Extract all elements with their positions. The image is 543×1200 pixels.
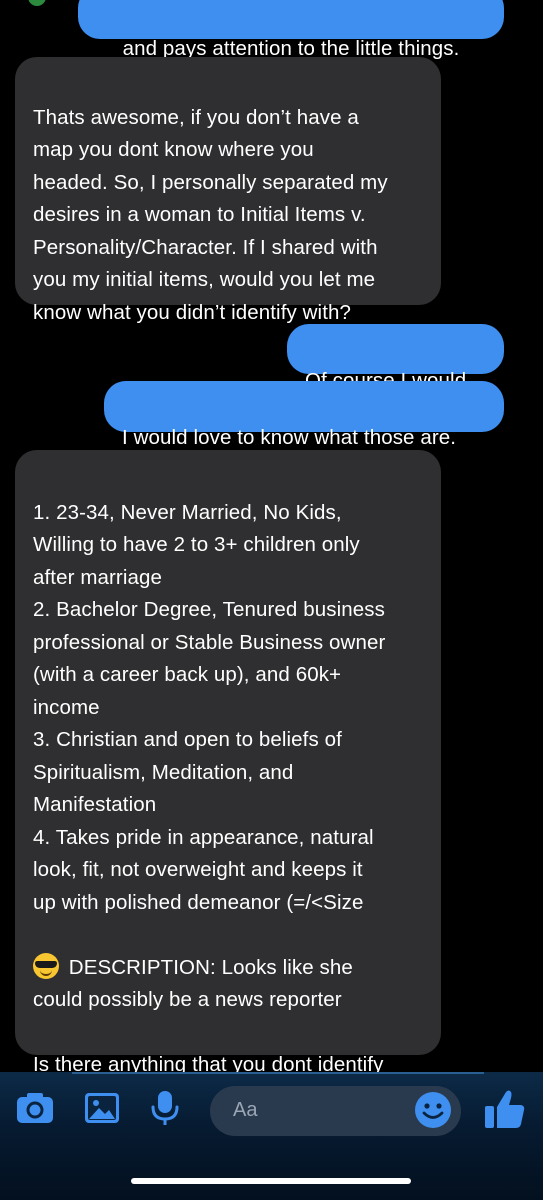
message-input-placeholder: Aa — [233, 1099, 258, 1121]
thumbs-up-icon[interactable] — [482, 1086, 528, 1132]
outgoing-message[interactable]: I would love to know what those are. — [104, 381, 504, 449]
camera-icon[interactable] — [15, 1088, 55, 1128]
microphone-icon[interactable] — [145, 1088, 185, 1128]
outgoing-message[interactable]: Of course I would. — [287, 324, 504, 392]
home-indicator[interactable] — [131, 1178, 411, 1184]
message-text: I would love to know what those are. — [122, 425, 457, 449]
emoji-icon[interactable] — [414, 1091, 452, 1129]
outgoing-message[interactable]: and pays attention to the little things. — [78, 0, 504, 60]
gallery-icon[interactable] — [82, 1088, 122, 1128]
active-status-dot — [28, 0, 46, 6]
chat-screen: and pays attention to the little things.… — [0, 0, 543, 1200]
incoming-message[interactable]: Thats awesome, if you don’t have a map y… — [15, 57, 441, 324]
sunglasses-face-emoji — [33, 952, 59, 979]
toolbar-divider — [72, 1072, 484, 1074]
message-text: Thats awesome, if you don’t have a map y… — [33, 105, 388, 324]
incoming-message[interactable]: 1. 23-34, Never Married, No Kids, Willin… — [15, 450, 441, 1109]
message-text: 1. 23-34, Never Married, No Kids, Willin… — [33, 500, 386, 914]
